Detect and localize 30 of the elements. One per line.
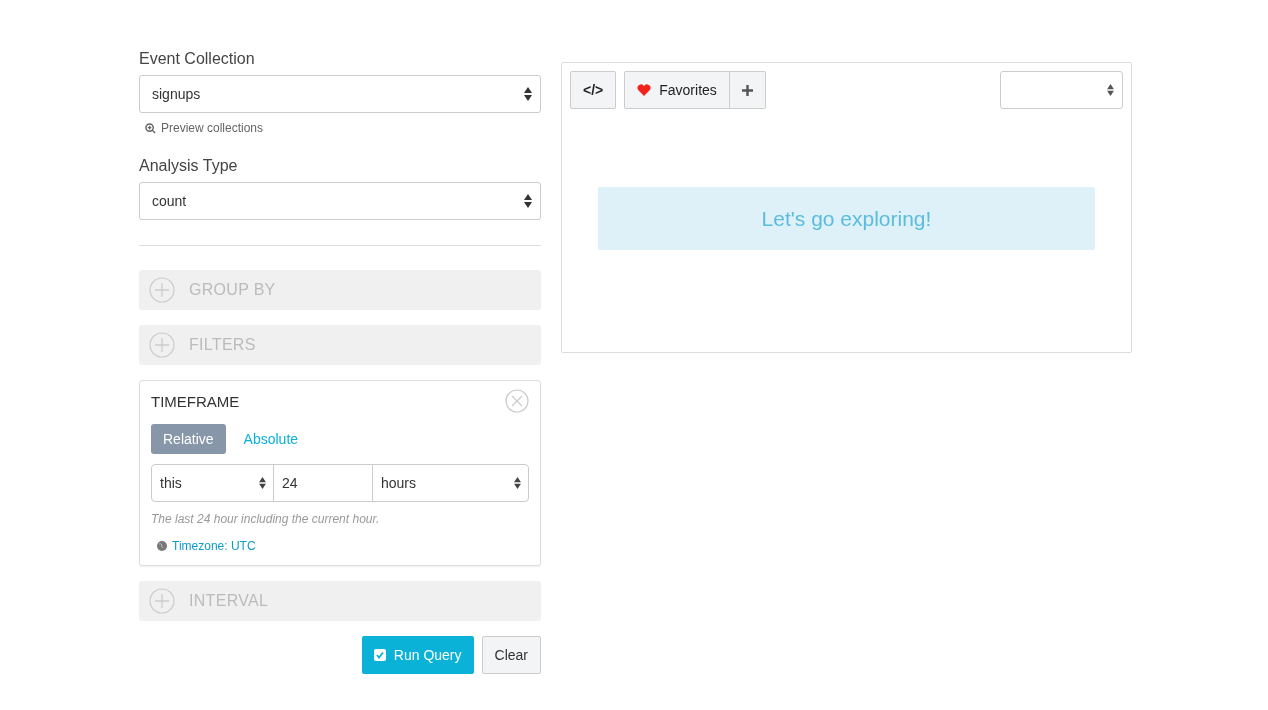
plus-circle-icon xyxy=(149,277,175,303)
relativity-select[interactable]: this xyxy=(151,464,274,502)
code-button[interactable]: </> xyxy=(570,71,617,109)
sort-arrows-icon xyxy=(1107,84,1114,96)
amount-input[interactable]: 24 xyxy=(273,464,373,502)
sort-arrows-icon xyxy=(514,477,521,489)
add-button[interactable] xyxy=(729,71,766,109)
explore-message: Let's go exploring! xyxy=(598,187,1095,250)
section-title: TIMEFRAME xyxy=(151,392,240,410)
timeframe-hint: The last 24 hour including the current hour. xyxy=(151,512,381,526)
field-label: Event Collection xyxy=(139,50,256,68)
close-icon[interactable] xyxy=(505,389,529,413)
heart-icon xyxy=(637,84,652,96)
unit-select[interactable]: hours xyxy=(372,464,529,502)
analysis-type-select[interactable]: count xyxy=(139,182,541,220)
checkbox-icon xyxy=(373,649,386,661)
favorites-button[interactable]: Favorites xyxy=(624,71,730,109)
sort-arrows-icon xyxy=(259,477,266,489)
sort-arrows-icon xyxy=(524,87,532,101)
clear-button[interactable]: Clear xyxy=(481,636,541,674)
visualization-select[interactable] xyxy=(1000,71,1123,109)
plus-circle-icon xyxy=(149,332,175,358)
plus-icon xyxy=(741,84,753,96)
sort-arrows-icon xyxy=(524,194,532,208)
globe-icon xyxy=(157,541,167,551)
collection-select[interactable]: signups xyxy=(139,75,541,113)
zoom-in-icon xyxy=(145,122,156,134)
plus-circle-icon xyxy=(149,588,175,614)
preview-collections-link[interactable]: Preview collections xyxy=(161,121,264,135)
field-label: Analysis Type xyxy=(139,157,239,175)
